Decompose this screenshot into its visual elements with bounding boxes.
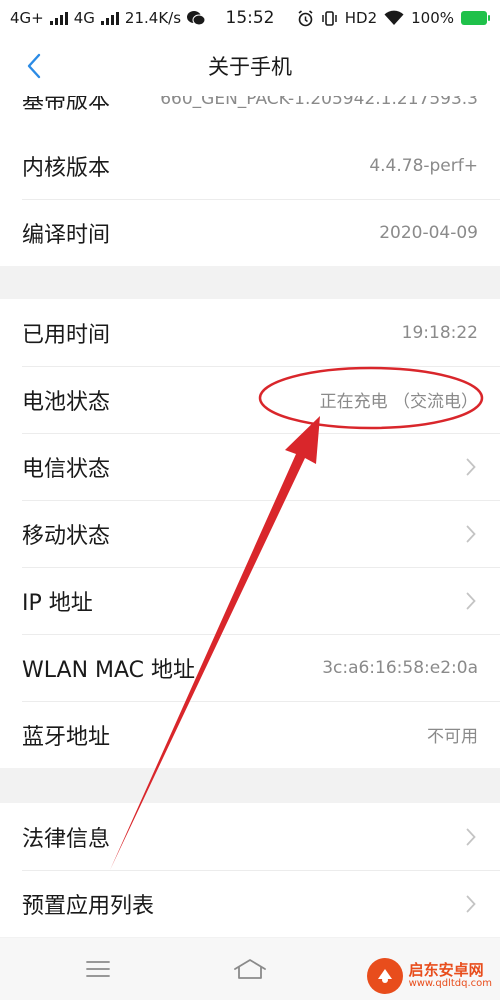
chevron-right-icon xyxy=(464,524,478,544)
vibrate-icon xyxy=(321,10,337,26)
list-item-label: 预置应用列表 xyxy=(22,893,155,919)
section-legal: 法律信息 预置应用列表 xyxy=(0,803,500,937)
home-button[interactable] xyxy=(230,952,270,986)
section-software-info: 基带版本 660_GEN_PACK-1.205942.1.217593.3 内核… xyxy=(0,96,500,266)
signal-icon xyxy=(49,11,68,25)
list-item-label: 电池状态 xyxy=(22,389,111,415)
list-item-mobile-status[interactable]: 移动状态 xyxy=(0,500,500,567)
battery-icon xyxy=(461,11,490,25)
chevron-right-icon xyxy=(464,591,478,611)
chevron-right-icon xyxy=(464,894,478,914)
list-item-baseband: 基带版本 660_GEN_PACK-1.205942.1.217593.3 xyxy=(0,96,500,132)
list-item-label: IP 地址 xyxy=(22,590,93,616)
network-type-1: 4G+ xyxy=(10,9,44,27)
list-item-label: 内核版本 xyxy=(22,155,111,181)
list-item-label: 法律信息 xyxy=(22,826,111,852)
list-item-value: 19:18:22 xyxy=(401,322,478,343)
section-status-info: 已用时间 19:18:22 电池状态 正在充电 （交流电） 电信状态 移动状态 … xyxy=(0,299,500,768)
menu-icon xyxy=(86,961,110,977)
chevron-right-icon xyxy=(464,827,478,847)
list-item-telecom-status[interactable]: 电信状态 xyxy=(0,433,500,500)
list-item-uptime: 已用时间 19:18:22 xyxy=(0,299,500,366)
list-item-label: WLAN MAC 地址 xyxy=(22,657,196,683)
network-speed: 21.4K/s xyxy=(124,9,182,27)
wifi-icon xyxy=(384,10,404,25)
list-item-label: 移动状态 xyxy=(22,523,111,549)
list-item-wlan-mac: WLAN MAC 地址 3c:a6:16:58:e2:0a xyxy=(0,634,500,701)
list-item-battery-status: 电池状态 正在充电 （交流电） xyxy=(0,366,500,433)
alarm-icon xyxy=(298,9,313,26)
watermark-logo-icon xyxy=(366,958,403,994)
list-item-ip-address[interactable]: IP 地址 xyxy=(0,567,500,634)
battery-percent: 100% xyxy=(411,9,454,27)
list-item-legal-info[interactable]: 法律信息 xyxy=(0,803,500,870)
list-item-build-time: 编译时间 2020-04-09 xyxy=(0,199,500,266)
list-item-label: 电信状态 xyxy=(22,456,111,482)
watermark-name: 启东安卓网 xyxy=(408,960,484,979)
list-item-label: 蓝牙地址 xyxy=(22,724,111,750)
home-icon xyxy=(234,959,266,979)
battery-status-value: 正在充电 （交流电） xyxy=(319,392,478,412)
list-item-preinstalled-apps[interactable]: 预置应用列表 xyxy=(0,870,500,937)
signal-icon-2 xyxy=(100,11,119,25)
chevron-left-icon xyxy=(27,53,41,79)
list-item-label: 已用时间 xyxy=(22,322,111,348)
chevron-right-icon xyxy=(464,457,478,477)
list-item-value: 660_GEN_PACK-1.205942.1.217593.3 xyxy=(160,96,478,109)
watermark-url: www.qdltdq.com xyxy=(408,977,492,989)
page-title: 关于手机 xyxy=(208,55,292,79)
back-button[interactable] xyxy=(18,50,50,82)
menu-button[interactable] xyxy=(78,952,118,986)
list-item-value: 2020-04-09 xyxy=(379,222,478,243)
list-item-value: 4.4.78-perf+ xyxy=(369,155,478,176)
list-item-bluetooth-address: 蓝牙地址 不可用 xyxy=(0,701,500,768)
status-bar: 4G+ 4G 21.4K/s 15:52 HD2 100% xyxy=(0,0,500,36)
wechat-icon xyxy=(187,11,206,26)
list-item-label: 编译时间 xyxy=(22,222,111,248)
list-item-value: 不可用 xyxy=(427,727,478,747)
network-type-2: 4G xyxy=(73,9,95,27)
list-item-label: 基带版本 xyxy=(22,96,111,114)
watermark: 启东安卓网 www.qdltdq.com xyxy=(366,958,492,994)
header: 关于手机 xyxy=(0,36,500,96)
list-item-kernel: 内核版本 4.4.78-perf+ xyxy=(0,132,500,199)
list-item-value: 3c:a6:16:58:e2:0a xyxy=(322,657,478,678)
hd-indicator: HD2 xyxy=(344,9,378,27)
